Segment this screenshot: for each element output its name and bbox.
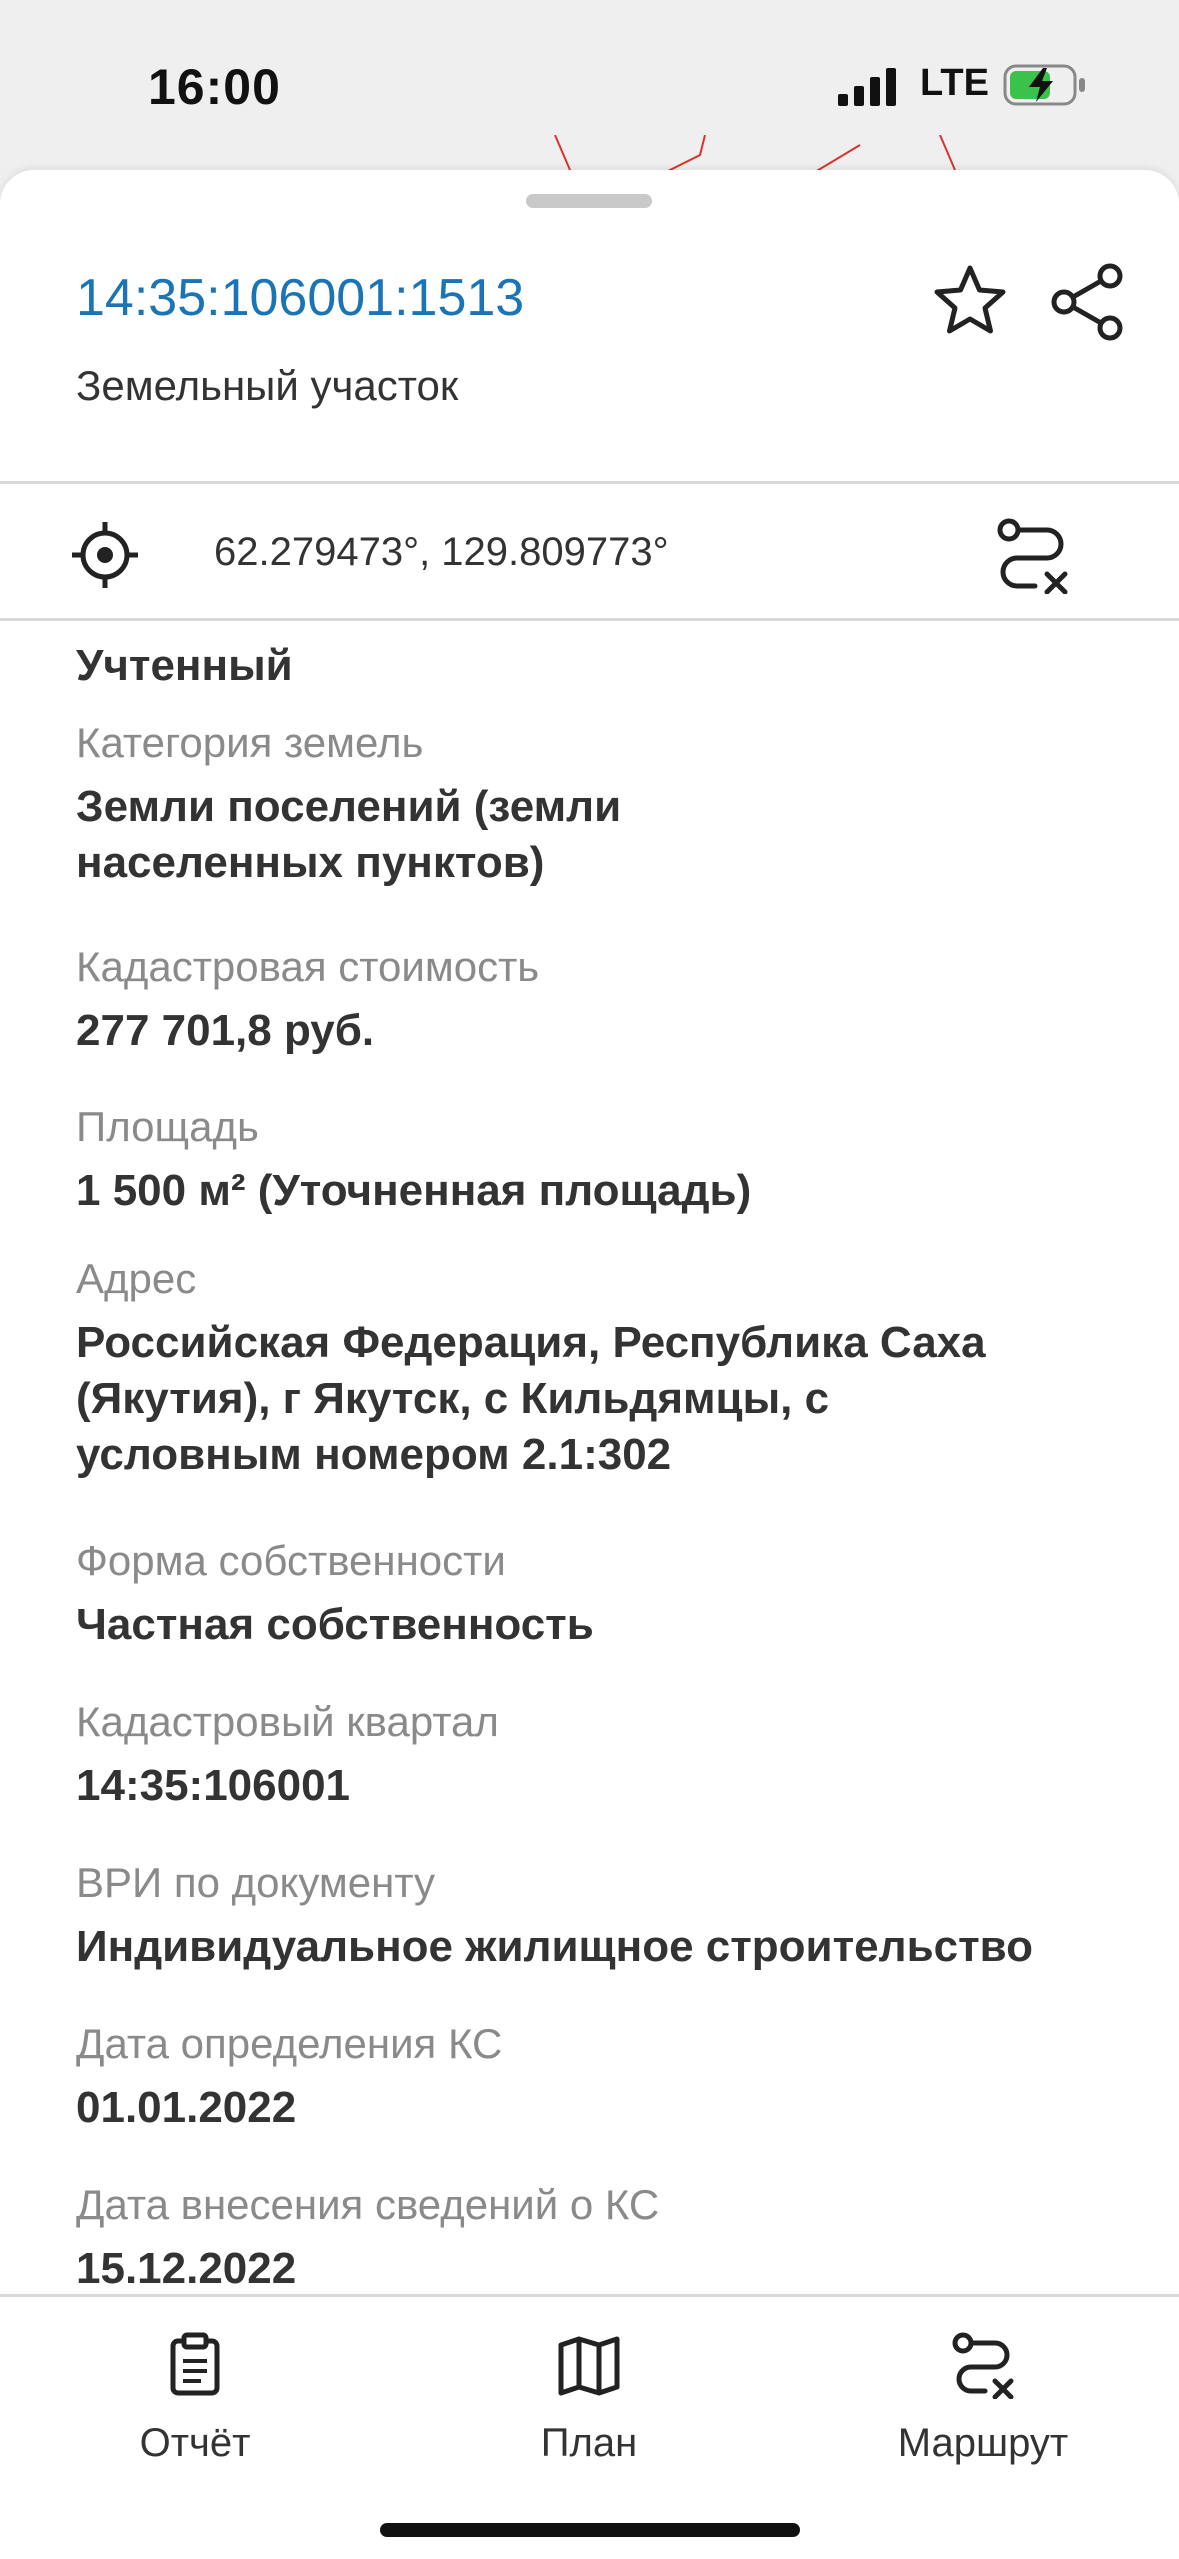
field-label: Категория земель bbox=[76, 719, 424, 766]
clipboard-report-icon bbox=[170, 2332, 220, 2396]
field-value-line: 14:35:106001 bbox=[76, 1761, 351, 1810]
coordinates-row[interactable]: 62.279473°, 129.809773° bbox=[0, 484, 1179, 618]
field-value: 1 500 м² (Уточненная площадь) bbox=[76, 1163, 1116, 1219]
tab-report-label: Отчёт bbox=[139, 2421, 251, 2465]
field-value-line: 01.01.2022 bbox=[76, 2083, 297, 2132]
field-value: 277 701,8 руб. bbox=[76, 1003, 1116, 1059]
tab-plan-label: План bbox=[540, 2421, 638, 2465]
field-value-line: Частная собственность bbox=[76, 1600, 594, 1649]
field-label: Дата внесения сведений о КС bbox=[76, 2181, 660, 2228]
field-value-line: 15.12.2022 bbox=[76, 2244, 297, 2293]
battery-charging-icon bbox=[1003, 64, 1085, 106]
field-address: Адрес Российская Федерация, Республика С… bbox=[76, 1251, 1116, 1483]
favorite-star-icon[interactable] bbox=[930, 262, 1010, 342]
status-time: 16:00 bbox=[148, 59, 281, 115]
field-value-line: населенных пунктов) bbox=[76, 838, 545, 887]
field-permitted-use: ВРИ по документу Индивидуальное жилищное… bbox=[76, 1855, 1116, 1975]
field-cadastral-value: Кадастровая стоимость 277 701,8 руб. bbox=[76, 939, 1116, 1059]
field-valuation-date: Дата определения КС 01.01.2022 bbox=[76, 2016, 1116, 2136]
field-value-line: Российская Федерация, Республика Саха bbox=[76, 1318, 986, 1367]
map-icon bbox=[558, 2336, 620, 2396]
field-value-line: (Якутия), г Якутск, с Кильдямцы, с bbox=[76, 1374, 830, 1423]
tab-report[interactable]: Отчёт bbox=[45, 2297, 345, 2497]
details-scroll-area[interactable]: Учтенный Категория земель Земли поселени… bbox=[0, 621, 1179, 2464]
home-indicator bbox=[380, 2523, 800, 2537]
field-value: Индивидуальное жилищное строительство bbox=[76, 1919, 1116, 1975]
field-value: 01.01.2022 bbox=[76, 2080, 1116, 2136]
bottom-tab-bar: Отчёт План Маршрут bbox=[0, 2294, 1179, 2559]
field-value-line: Земли поселений (земли bbox=[76, 782, 622, 831]
object-type: Земельный участок bbox=[76, 362, 459, 409]
share-icon[interactable] bbox=[1048, 260, 1128, 344]
object-card-sheet: 14:35:106001:1513 Земельный участок 62.2… bbox=[0, 170, 1179, 2556]
field-value: Российская Федерация, Республика Саха (Я… bbox=[76, 1315, 1116, 1483]
field-label: Кадастровый квартал bbox=[76, 1698, 499, 1745]
signal-icon bbox=[838, 68, 896, 106]
coordinates-text[interactable]: 62.279473°, 129.809773° bbox=[214, 530, 669, 575]
field-label: Дата определения КС bbox=[76, 2020, 503, 2067]
sheet-grabber[interactable] bbox=[526, 194, 652, 208]
status-bar: 16:00 LTE bbox=[0, 0, 1179, 140]
field-value: Земли поселений (земли населенных пункто… bbox=[76, 779, 1116, 891]
field-label: ВРИ по документу bbox=[76, 1859, 436, 1906]
location-target-icon bbox=[72, 522, 138, 588]
tab-route-label: Маршрут bbox=[897, 2421, 1069, 2465]
registration-status: Учтенный bbox=[76, 641, 293, 690]
field-cadastral-quarter: Кадастровый квартал 14:35:106001 bbox=[76, 1694, 1116, 1814]
field-valuation-entry-date: Дата внесения сведений о КС 15.12.2022 bbox=[76, 2177, 1116, 2297]
field-value-line: 1 500 м² (Уточненная площадь) bbox=[76, 1166, 752, 1215]
field-value-line: Индивидуальное жилищное строительство bbox=[76, 1922, 1033, 1971]
tab-plan[interactable]: План bbox=[439, 2297, 739, 2497]
field-value: Частная собственность bbox=[76, 1597, 1116, 1653]
tab-route[interactable]: Маршрут bbox=[833, 2297, 1133, 2497]
field-label: Кадастровая стоимость bbox=[76, 943, 540, 990]
route-icon[interactable] bbox=[995, 518, 1071, 594]
route-icon bbox=[952, 2332, 1014, 2399]
network-type: LTE bbox=[920, 62, 989, 104]
field-value-line: 277 701,8 руб. bbox=[76, 1006, 375, 1055]
field-area: Площадь 1 500 м² (Уточненная площадь) bbox=[76, 1099, 1116, 1219]
field-label: Площадь bbox=[76, 1103, 259, 1150]
field-value: 14:35:106001 bbox=[76, 1758, 1116, 1814]
field-label: Форма собственности bbox=[76, 1537, 506, 1584]
field-value-line: условным номером 2.1:302 bbox=[76, 1430, 672, 1479]
cadastral-number[interactable]: 14:35:106001:1513 bbox=[76, 268, 524, 328]
field-land-category: Категория земель Земли поселений (земли … bbox=[76, 715, 1116, 891]
field-value: 15.12.2022 bbox=[76, 2241, 1116, 2297]
field-ownership-form: Форма собственности Частная собственност… bbox=[76, 1533, 1116, 1653]
field-label: Адрес bbox=[76, 1255, 197, 1302]
